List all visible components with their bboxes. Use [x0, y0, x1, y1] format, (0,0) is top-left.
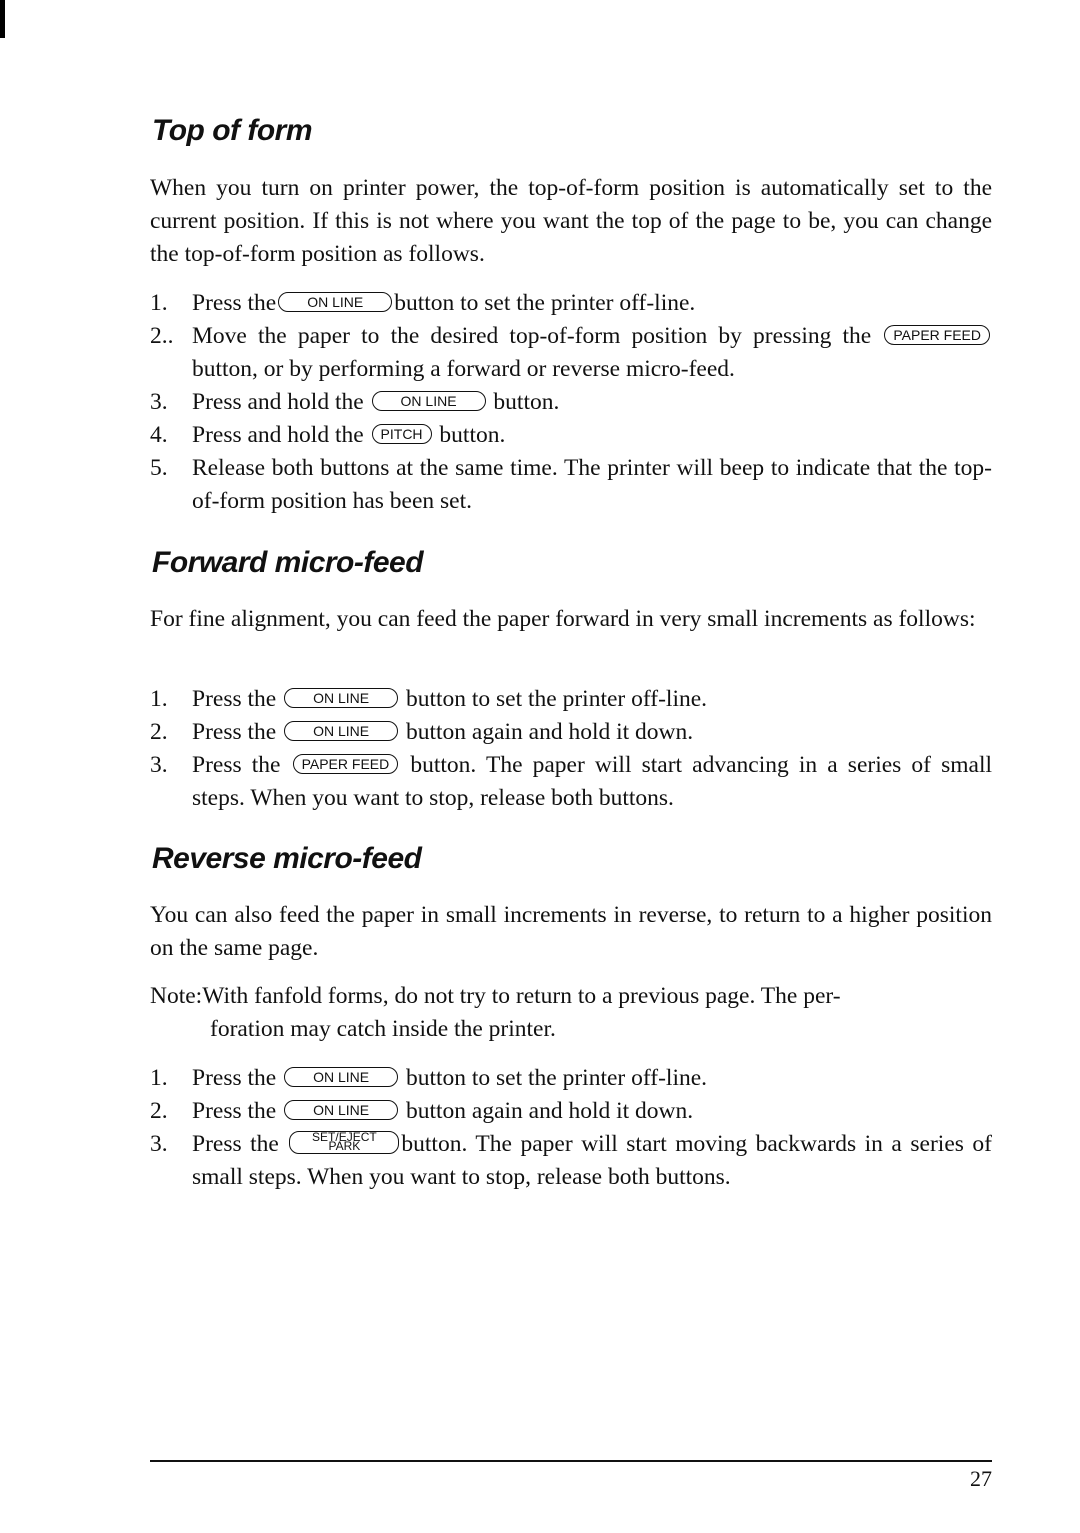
heading-top-of-form: Top of form [152, 114, 313, 147]
step-text: Press the [192, 1065, 277, 1091]
steps-top-of-form: 1. Press the ON LINE button to set the prin… [150, 287, 992, 518]
step: 2. Press the ON LINE button again and hol… [150, 716, 992, 749]
steps-reverse-micro-feed: 1. Press the ON LINE button to set the pr… [150, 1062, 992, 1194]
intro-top-of-form: When you turn on printer power, the top-… [150, 175, 992, 267]
on-line-key: ON LINE [278, 292, 393, 312]
scan-edge-mark [0, 0, 5, 38]
intro-reverse-micro-feed: You can also feed the paper in small inc… [150, 902, 992, 961]
step-number: 1. [150, 1065, 168, 1091]
step-text: Release both buttons at the same time. T… [192, 455, 992, 514]
step: 3. Press the PAPER FEED button. The paper… [150, 749, 992, 815]
step-number: 4. [150, 422, 168, 448]
on-line-key: ON LINE [284, 1100, 399, 1120]
step-text: button to set the printer off-line. [405, 686, 708, 712]
step-number: 2. [150, 719, 168, 745]
heading-forward-micro-feed: Forward micro-feed [152, 546, 424, 579]
note-text: With fanfold forms, do not try to return… [202, 983, 841, 1009]
step: 3. Press and hold the ON LINE button. [150, 386, 992, 419]
footer-rule [150, 1460, 992, 1462]
note: Note:With fanfold forms, do not try to r… [150, 980, 992, 1046]
step-number: 1. [150, 290, 168, 316]
on-line-key: ON LINE [371, 391, 486, 411]
step-text: button. [439, 422, 506, 448]
step-number: 2. [150, 1098, 168, 1124]
step-text: Press the [192, 1131, 279, 1157]
on-line-key: ON LINE [284, 688, 399, 708]
step-number: 5. [150, 455, 168, 481]
steps-forward-micro-feed: 1. Press the ON LINE button to set the pr… [150, 683, 992, 815]
step-text: Press the [192, 752, 281, 778]
step-text: Press the [192, 686, 277, 712]
step-text: button to set the printer off-line. [405, 1065, 708, 1091]
note-label: Note: [150, 983, 203, 1009]
on-line-key: ON LINE [284, 721, 399, 741]
step-text: Move the paper to the desired top-of-for… [192, 323, 872, 349]
step: 1. Press the ON LINE button to set the pr… [150, 683, 992, 716]
step-number: 2.. [150, 323, 174, 349]
on-line-key: ON LINE [284, 1067, 399, 1087]
step-number: 3. [150, 1131, 168, 1157]
step-text: button. [493, 389, 560, 415]
step: 1. Press the ON LINE button to set the prin… [150, 287, 992, 320]
note-continuation: foration may catch inside the printer. [210, 1016, 556, 1042]
step-number: 3. [150, 752, 168, 778]
step: 1. Press the ON LINE button to set the pr… [150, 1062, 992, 1095]
step-text: button to set the printer off-line. [394, 290, 696, 316]
heading-reverse-micro-feed: Reverse micro-feed [152, 842, 422, 875]
step: 3. Press the SET/EJECT PARK button. The pap… [150, 1128, 992, 1194]
step: 2.. Move the paper to the desired top-of-… [150, 320, 992, 386]
step: 5. Release both buttons at the same time.… [150, 452, 992, 518]
step-text: Press the [192, 1098, 277, 1124]
step: 2. Press the ON LINE button again and hol… [150, 1095, 992, 1128]
step: 4. Press and hold the PITCH button. [150, 419, 992, 452]
step-text: Press and hold the [192, 422, 364, 448]
step-text: Press and hold the [192, 389, 364, 415]
step-number: 1. [150, 686, 168, 712]
step-text: button, or by performing a forward or re… [192, 356, 735, 382]
paper-feed-key: PAPER FEED [292, 754, 399, 774]
step-text: button again and hold it down. [405, 1098, 694, 1124]
step-text: button again and hold it down. [405, 719, 694, 745]
page-number: 27 [970, 1466, 992, 1491]
step-text: Press the [192, 290, 277, 316]
paper-feed-key: PAPER FEED [884, 325, 991, 345]
step-number: 3. [150, 389, 168, 415]
intro-forward-micro-feed: For fine alignment, you can feed the pap… [150, 606, 976, 632]
pitch-key: PITCH [371, 424, 432, 444]
set-eject-park-key: SET/EJECT PARK [289, 1131, 400, 1154]
step-text: Press the [192, 719, 277, 745]
